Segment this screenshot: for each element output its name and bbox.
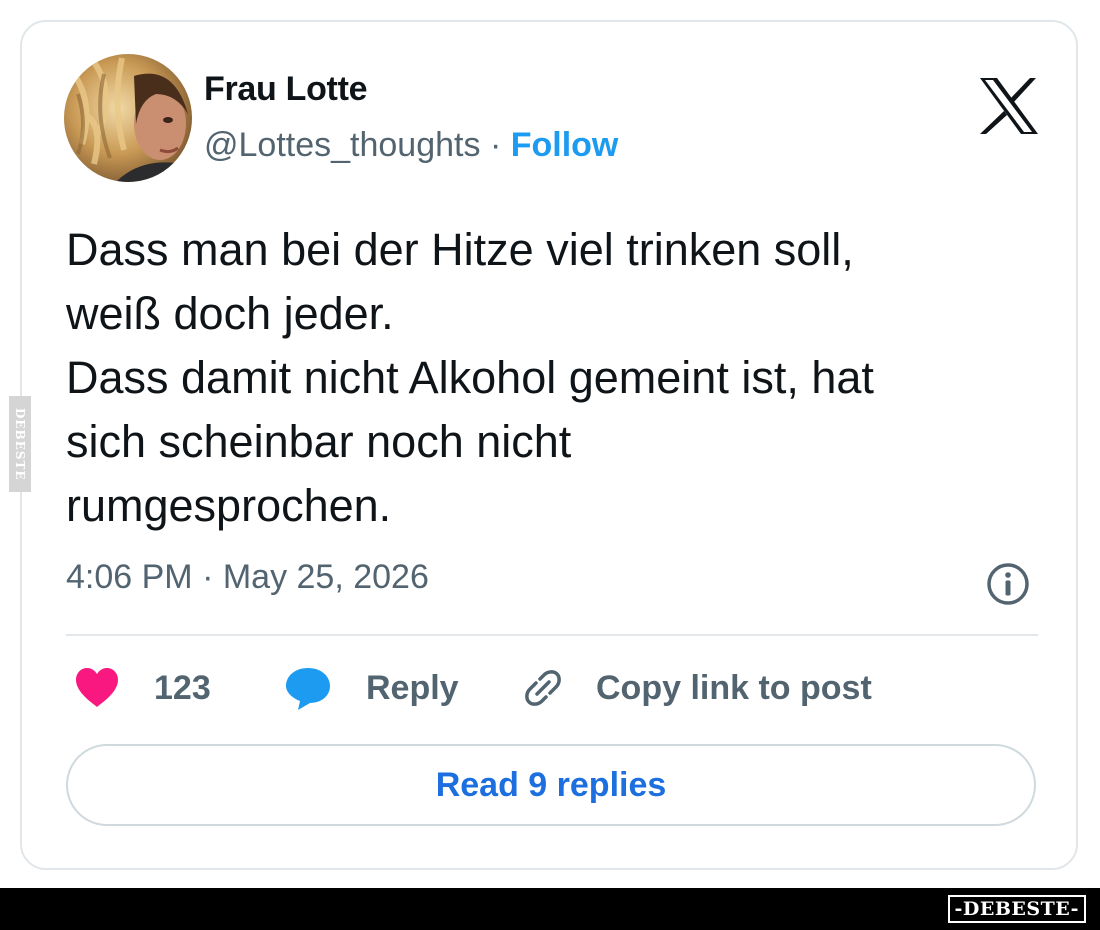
tweet-text-line: sich scheinbar noch nicht	[66, 416, 572, 467]
author-handle[interactable]: @Lottes_thoughts	[204, 126, 480, 164]
divider	[66, 634, 1038, 636]
author-name[interactable]: Frau Lotte	[204, 70, 368, 109]
bottom-bar: -DEBESTE-	[0, 888, 1100, 930]
tweet-text-line: rumgesprochen.	[66, 480, 392, 531]
like-count: 123	[154, 668, 211, 707]
side-watermark: DEBESTE	[9, 396, 31, 492]
reply-label: Reply	[366, 668, 459, 707]
x-logo-icon[interactable]	[980, 78, 1038, 134]
tweet-text-line: Dass damit nicht Alkohol gemeint ist, ha…	[66, 352, 874, 403]
copy-link-label: Copy link to post	[596, 668, 872, 707]
action-bar: 123 Reply Copy link to post	[66, 664, 1046, 712]
info-icon[interactable]	[984, 560, 1032, 608]
speech-bubble-icon	[286, 668, 330, 710]
tweet-text-line: Dass man bei der Hitze viel trinken soll…	[66, 224, 854, 275]
tweet-text: Dass man bei der Hitze viel trinken soll…	[66, 218, 1056, 538]
copy-link-button[interactable]: Copy link to post	[520, 664, 872, 712]
reply-button[interactable]: Reply	[284, 664, 459, 712]
link-icon	[525, 670, 561, 706]
avatar[interactable]	[64, 54, 192, 182]
like-button[interactable]: 123	[74, 664, 211, 712]
handle-separator: ·	[489, 126, 502, 164]
side-watermark-text: DEBESTE	[13, 407, 27, 481]
tweet-text-line: weiß doch jeder.	[66, 288, 394, 339]
watermark-badge: -DEBESTE-	[947, 895, 1086, 923]
follow-button[interactable]: Follow	[511, 126, 619, 164]
read-replies-button[interactable]: Read 9 replies	[66, 744, 1036, 826]
heart-icon	[76, 668, 118, 707]
tweet-card: Frau Lotte @Lottes_thoughts · Follow Das…	[20, 20, 1078, 870]
handle-row: @Lottes_thoughts · Follow	[204, 126, 618, 165]
timestamp[interactable]: 4:06 PM · May 25, 2026	[66, 558, 429, 597]
